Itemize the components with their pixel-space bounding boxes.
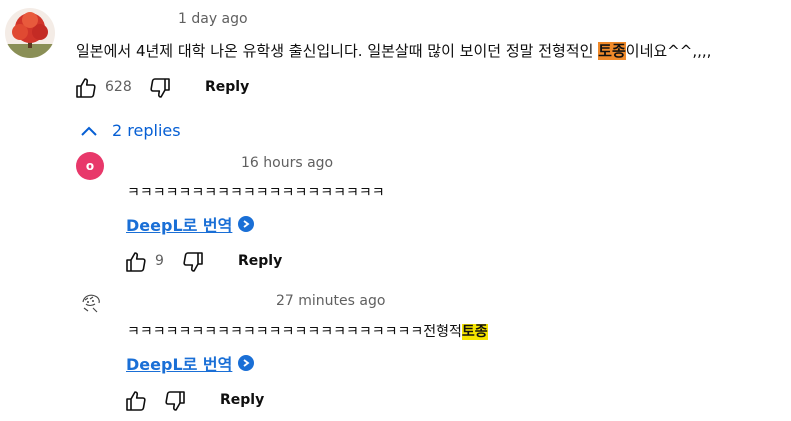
thumbs-up-icon: [126, 252, 146, 272]
like-count: 9: [155, 253, 164, 269]
translate-label: DeepL로 번역: [126, 355, 233, 374]
reply-text: ㅋㅋㅋㅋㅋㅋㅋㅋㅋㅋㅋㅋㅋㅋㅋㅋㅋㅋㅋㅋㅋㅋㅋ전형적토종: [127, 321, 488, 341]
reply-timestamp[interactable]: 16 hours ago: [241, 155, 333, 171]
reply-text: ㅋㅋㅋㅋㅋㅋㅋㅋㅋㅋㅋㅋㅋㅋㅋㅋㅋㅋㅋㅋ: [127, 185, 385, 201]
comment-highlight: 토종: [598, 42, 626, 60]
translate-link[interactable]: DeepL로 번역: [126, 351, 255, 375]
reply-button[interactable]: Reply: [238, 253, 282, 269]
deepl-icon: [238, 355, 255, 371]
thumbs-down-icon: [183, 252, 203, 272]
avatar-letter: o: [85, 159, 95, 173]
thumbs-up-icon: [76, 78, 96, 98]
reply-highlight: 토종: [461, 324, 488, 340]
replies-toggle[interactable]: 2 replies: [80, 121, 181, 140]
reply-avatar[interactable]: o: [76, 152, 104, 180]
reply-timestamp[interactable]: 27 minutes ago: [276, 293, 385, 309]
deepl-icon: [238, 216, 255, 232]
like-count: 628: [105, 79, 132, 95]
sketch-avatar-icon: [78, 290, 104, 316]
thumbs-down-icon: [165, 391, 185, 411]
comment-text-end: 이네요^^,,,,: [625, 42, 712, 60]
translate-link[interactable]: DeepL로 번역: [126, 212, 255, 236]
reply-avatar[interactable]: [78, 290, 104, 316]
dislike-button[interactable]: [181, 250, 205, 278]
comment-text-start: 일본에서 4년제 대학 나온 유학생 출신입니다. 일본살때 많이 보이던 정말…: [76, 42, 599, 60]
dislike-button[interactable]: [163, 389, 187, 417]
like-button[interactable]: [124, 250, 148, 278]
thumbs-down-icon: [150, 78, 170, 98]
like-button[interactable]: [74, 76, 98, 104]
comment-text: 일본에서 4년제 대학 나온 유학생 출신입니다. 일본살때 많이 보이던 정말…: [76, 40, 711, 61]
dislike-button[interactable]: [148, 76, 172, 104]
replies-toggle-label: 2 replies: [112, 121, 181, 140]
reply-button[interactable]: Reply: [220, 392, 264, 408]
reply-button[interactable]: Reply: [205, 79, 249, 95]
commenter-avatar[interactable]: [5, 8, 55, 58]
reply-text-start: ㅋㅋㅋㅋㅋㅋㅋㅋㅋㅋㅋㅋㅋㅋㅋㅋㅋㅋㅋㅋㅋㅋㅋ전형적: [127, 324, 462, 340]
like-button[interactable]: [124, 389, 148, 417]
comment-timestamp[interactable]: 1 day ago: [178, 11, 248, 27]
translate-label: DeepL로 번역: [126, 216, 233, 235]
thumbs-up-icon: [126, 391, 146, 411]
chevron-up-icon: [81, 126, 97, 136]
